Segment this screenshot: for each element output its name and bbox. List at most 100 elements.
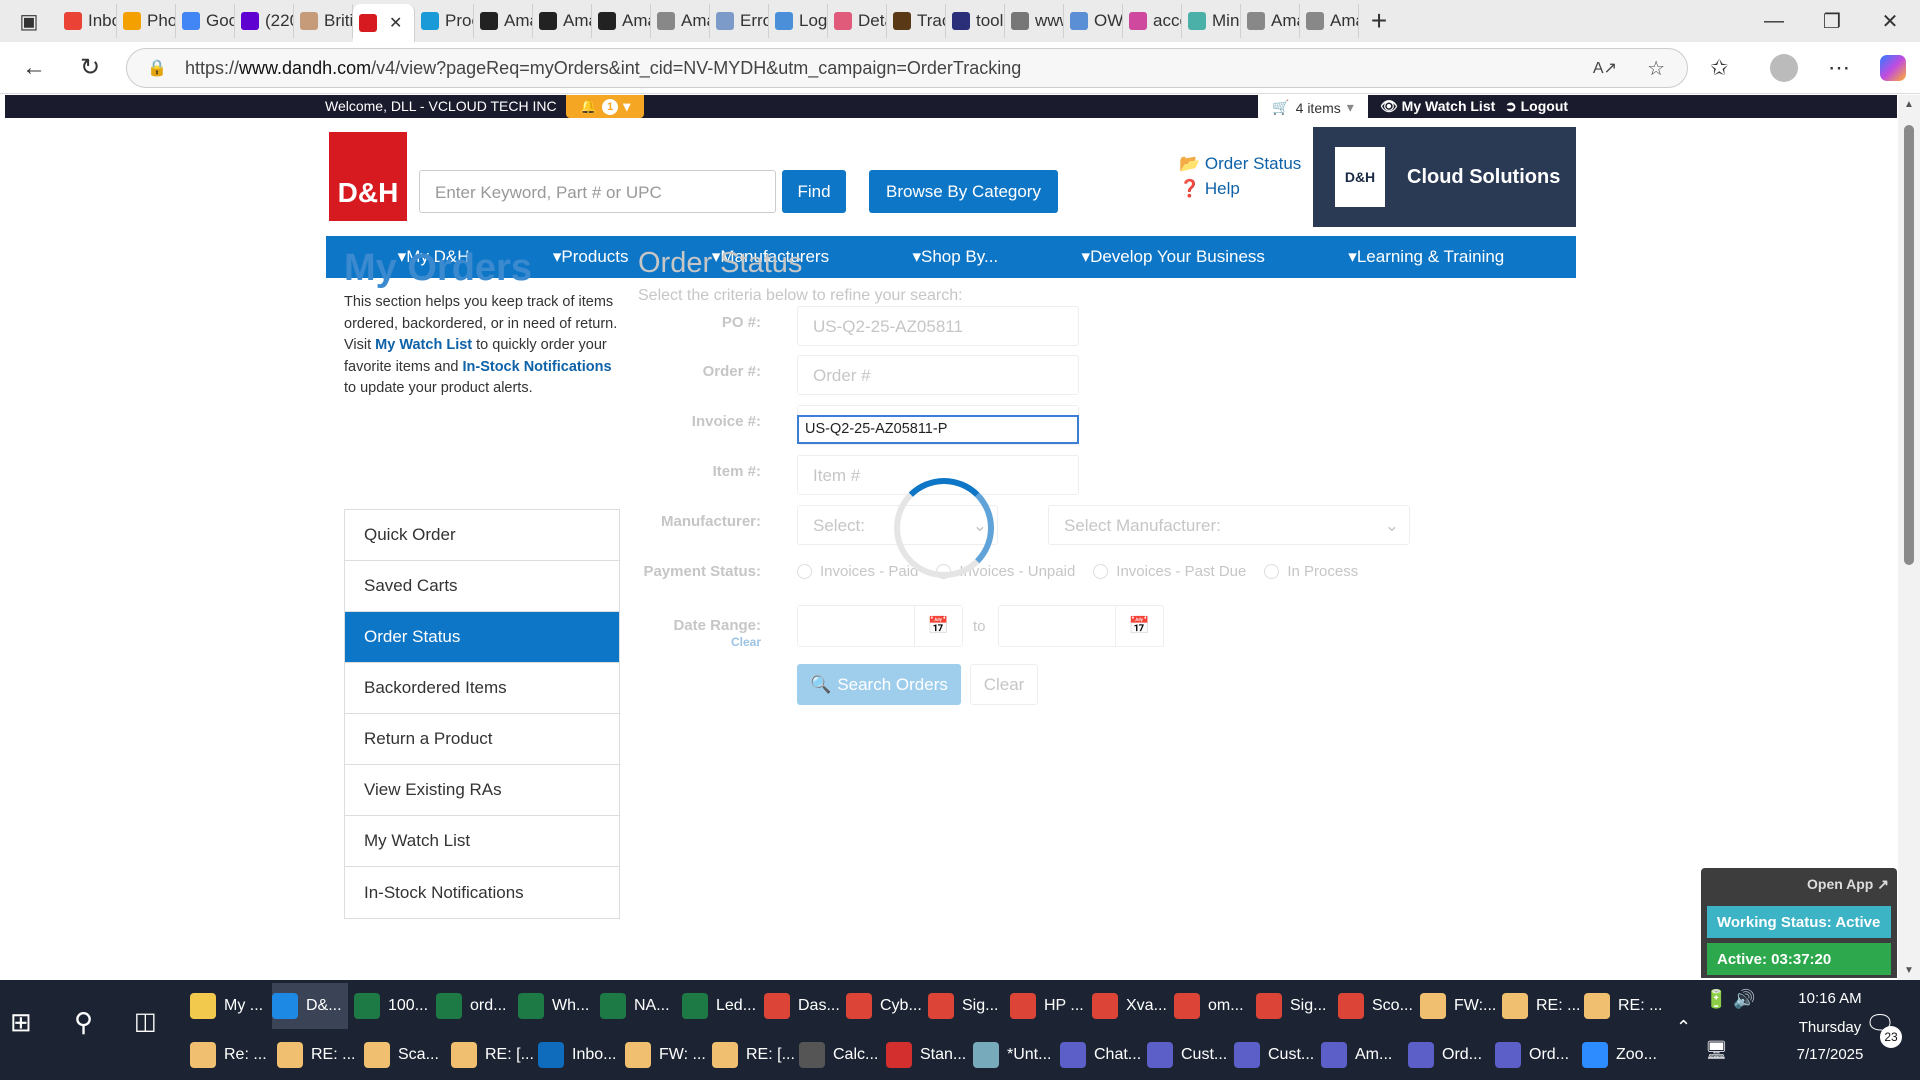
- taskbar-app[interactable]: My ...: [190, 983, 266, 1029]
- battery-icon[interactable]: 🔋: [1705, 989, 1727, 1010]
- browser-tab[interactable]: accc: [1123, 4, 1182, 38]
- order-input[interactable]: Order #: [797, 355, 1079, 395]
- sidebar-item[interactable]: View Existing RAs: [345, 765, 619, 816]
- browser-tab[interactable]: Trac: [887, 4, 946, 38]
- nav-item[interactable]: Learning & Training: [1348, 247, 1504, 267]
- show-hidden-icons[interactable]: ⌃: [1676, 1017, 1691, 1038]
- sidebar-item[interactable]: My Watch List: [345, 816, 619, 867]
- watchlist-inline-link[interactable]: My Watch List: [375, 337, 472, 353]
- taskbar-app[interactable]: Sig...: [928, 983, 1004, 1029]
- page-scrollbar[interactable]: ▲ ▼: [1898, 95, 1920, 980]
- date-from-input[interactable]: 📅: [797, 605, 963, 647]
- date-clear-link[interactable]: Clear: [730, 635, 761, 649]
- taskbar-app[interactable]: Ord...: [1408, 1032, 1489, 1078]
- sidebar-item[interactable]: In-Stock Notifications: [345, 867, 619, 918]
- cart-button[interactable]: 🛒 4 items ▾: [1258, 95, 1368, 120]
- browse-category-button[interactable]: Browse By Category: [869, 170, 1058, 213]
- refresh-icon[interactable]: ↻: [70, 48, 110, 88]
- manufacturer-select[interactable]: Select Manufacturer: ⌄: [1048, 505, 1410, 545]
- browser-tab[interactable]: Ama: [592, 4, 651, 38]
- taskbar-app[interactable]: Re: ...: [190, 1032, 271, 1078]
- browser-tab[interactable]: Ama: [474, 4, 533, 38]
- browser-tab[interactable]: ✕: [353, 4, 415, 42]
- taskbar-app[interactable]: Das...: [764, 983, 840, 1029]
- taskbar-app[interactable]: Led...: [682, 983, 758, 1029]
- cloud-solutions-banner[interactable]: D&H Cloud Solutions: [1313, 127, 1576, 227]
- browser-tab[interactable]: Mini: [1182, 4, 1241, 38]
- taskbar-app[interactable]: RE: ...: [1502, 983, 1580, 1029]
- search-input[interactable]: Enter Keyword, Part # or UPC: [419, 170, 776, 213]
- taskbar-app[interactable]: Sco...: [1338, 983, 1414, 1029]
- open-app-button[interactable]: Open App ↗: [1807, 876, 1889, 893]
- scroll-up-icon[interactable]: ▲: [1904, 99, 1914, 110]
- minimize-icon[interactable]: —: [1745, 0, 1803, 42]
- sidebar-item[interactable]: Backordered Items: [345, 663, 619, 714]
- taskbar-app[interactable]: D&...: [272, 983, 348, 1029]
- task-view-icon[interactable]: ◫: [134, 1007, 157, 1036]
- browser-tab[interactable]: Log: [769, 4, 828, 38]
- browser-tab[interactable]: tool: [946, 4, 1005, 38]
- taskbar-app[interactable]: Chat...: [1060, 1032, 1141, 1078]
- favorites-icon[interactable]: ✩: [1710, 55, 1728, 81]
- favorite-star-icon[interactable]: ☆: [1647, 56, 1665, 81]
- windows-start-icon[interactable]: ⊞: [10, 1007, 32, 1038]
- profile-avatar[interactable]: [1770, 53, 1798, 82]
- new-tab-button[interactable]: +: [1359, 5, 1399, 37]
- notification-button[interactable]: 🔔 1 ▾: [566, 95, 644, 118]
- watchlist-link[interactable]: 👁 My Watch List: [1380, 98, 1495, 115]
- taskbar-app[interactable]: om...: [1174, 983, 1250, 1029]
- po-input[interactable]: US-Q2-25-AZ05811: [797, 306, 1079, 346]
- taskbar-app[interactable]: NA...: [600, 983, 676, 1029]
- volume-icon[interactable]: 🔊: [1733, 989, 1755, 1010]
- taskbar-app[interactable]: HP ...: [1010, 983, 1086, 1029]
- browser-tab[interactable]: Goo: [176, 4, 235, 38]
- calendar-icon[interactable]: 📅: [1115, 606, 1163, 646]
- taskbar-app[interactable]: Sig...: [1256, 983, 1332, 1029]
- working-status-badge[interactable]: Working Status: Active: [1707, 906, 1891, 938]
- browser-tab[interactable]: www: [1005, 4, 1064, 38]
- taskbar-app[interactable]: Wh...: [518, 983, 594, 1029]
- autocomplete-suggestion[interactable]: US-Q2-25-AZ05811-P: [797, 415, 1079, 444]
- read-aloud-icon[interactable]: A↗: [1593, 58, 1617, 78]
- clear-button[interactable]: Clear: [970, 664, 1038, 705]
- url-field[interactable]: 🔒 https://www.dandh.com/v4/view?pageReq=…: [126, 48, 1688, 88]
- nav-item[interactable]: Shop By...: [912, 247, 998, 267]
- browser-tab[interactable]: Proc: [415, 4, 474, 38]
- taskbar-app[interactable]: Cyb...: [846, 983, 922, 1029]
- taskbar-app[interactable]: RE: ...: [277, 1032, 358, 1078]
- sidebar-item[interactable]: Quick Order: [345, 510, 619, 561]
- taskbar-app[interactable]: Ord...: [1495, 1032, 1576, 1078]
- taskbar-app[interactable]: Cust...: [1234, 1032, 1315, 1078]
- taskbar-app[interactable]: Cust...: [1147, 1032, 1228, 1078]
- browser-tab[interactable]: Deta: [828, 4, 887, 38]
- taskbar-app[interactable]: FW:...: [1420, 983, 1496, 1029]
- taskbar-app[interactable]: Sca...: [364, 1032, 445, 1078]
- find-button[interactable]: Find: [782, 170, 846, 213]
- scroll-thumb[interactable]: [1904, 125, 1914, 565]
- more-menu-icon[interactable]: ⋯: [1828, 55, 1850, 81]
- close-window-icon[interactable]: ✕: [1861, 0, 1919, 42]
- payment-status-radio[interactable]: Invoices - Past Due: [1093, 563, 1246, 580]
- browser-tab[interactable]: OW: [1064, 4, 1123, 38]
- copilot-icon[interactable]: [1880, 54, 1906, 81]
- dandh-logo[interactable]: D&H: [329, 132, 407, 221]
- browser-tab[interactable]: Inbo: [58, 4, 117, 38]
- browser-tab[interactable]: Ama: [1300, 4, 1359, 38]
- payment-status-radio[interactable]: In Process: [1264, 563, 1358, 580]
- browser-tab[interactable]: Briti: [294, 4, 353, 38]
- taskbar-app[interactable]: ord...: [436, 983, 512, 1029]
- taskbar-app[interactable]: Am...: [1321, 1032, 1402, 1078]
- browser-tab[interactable]: Ama: [1241, 4, 1300, 38]
- scroll-down-icon[interactable]: ▼: [1904, 965, 1914, 976]
- close-tab-icon[interactable]: ✕: [389, 13, 402, 33]
- taskbar-app[interactable]: Xva...: [1092, 983, 1168, 1029]
- browser-tab[interactable]: Ama: [533, 4, 592, 38]
- taskbar-app[interactable]: RE: [...: [712, 1032, 795, 1078]
- payment-status-radio[interactable]: Invoices - Paid: [797, 563, 918, 580]
- date-to-input[interactable]: 📅: [998, 605, 1164, 647]
- instock-inline-link[interactable]: In-Stock Notifications: [462, 359, 611, 375]
- browser-tab[interactable]: Ama: [651, 4, 710, 38]
- taskbar-app[interactable]: Stan...: [886, 1032, 967, 1078]
- calendar-icon[interactable]: 📅: [914, 606, 962, 646]
- network-icon[interactable]: 🖥: [1705, 1040, 1728, 1061]
